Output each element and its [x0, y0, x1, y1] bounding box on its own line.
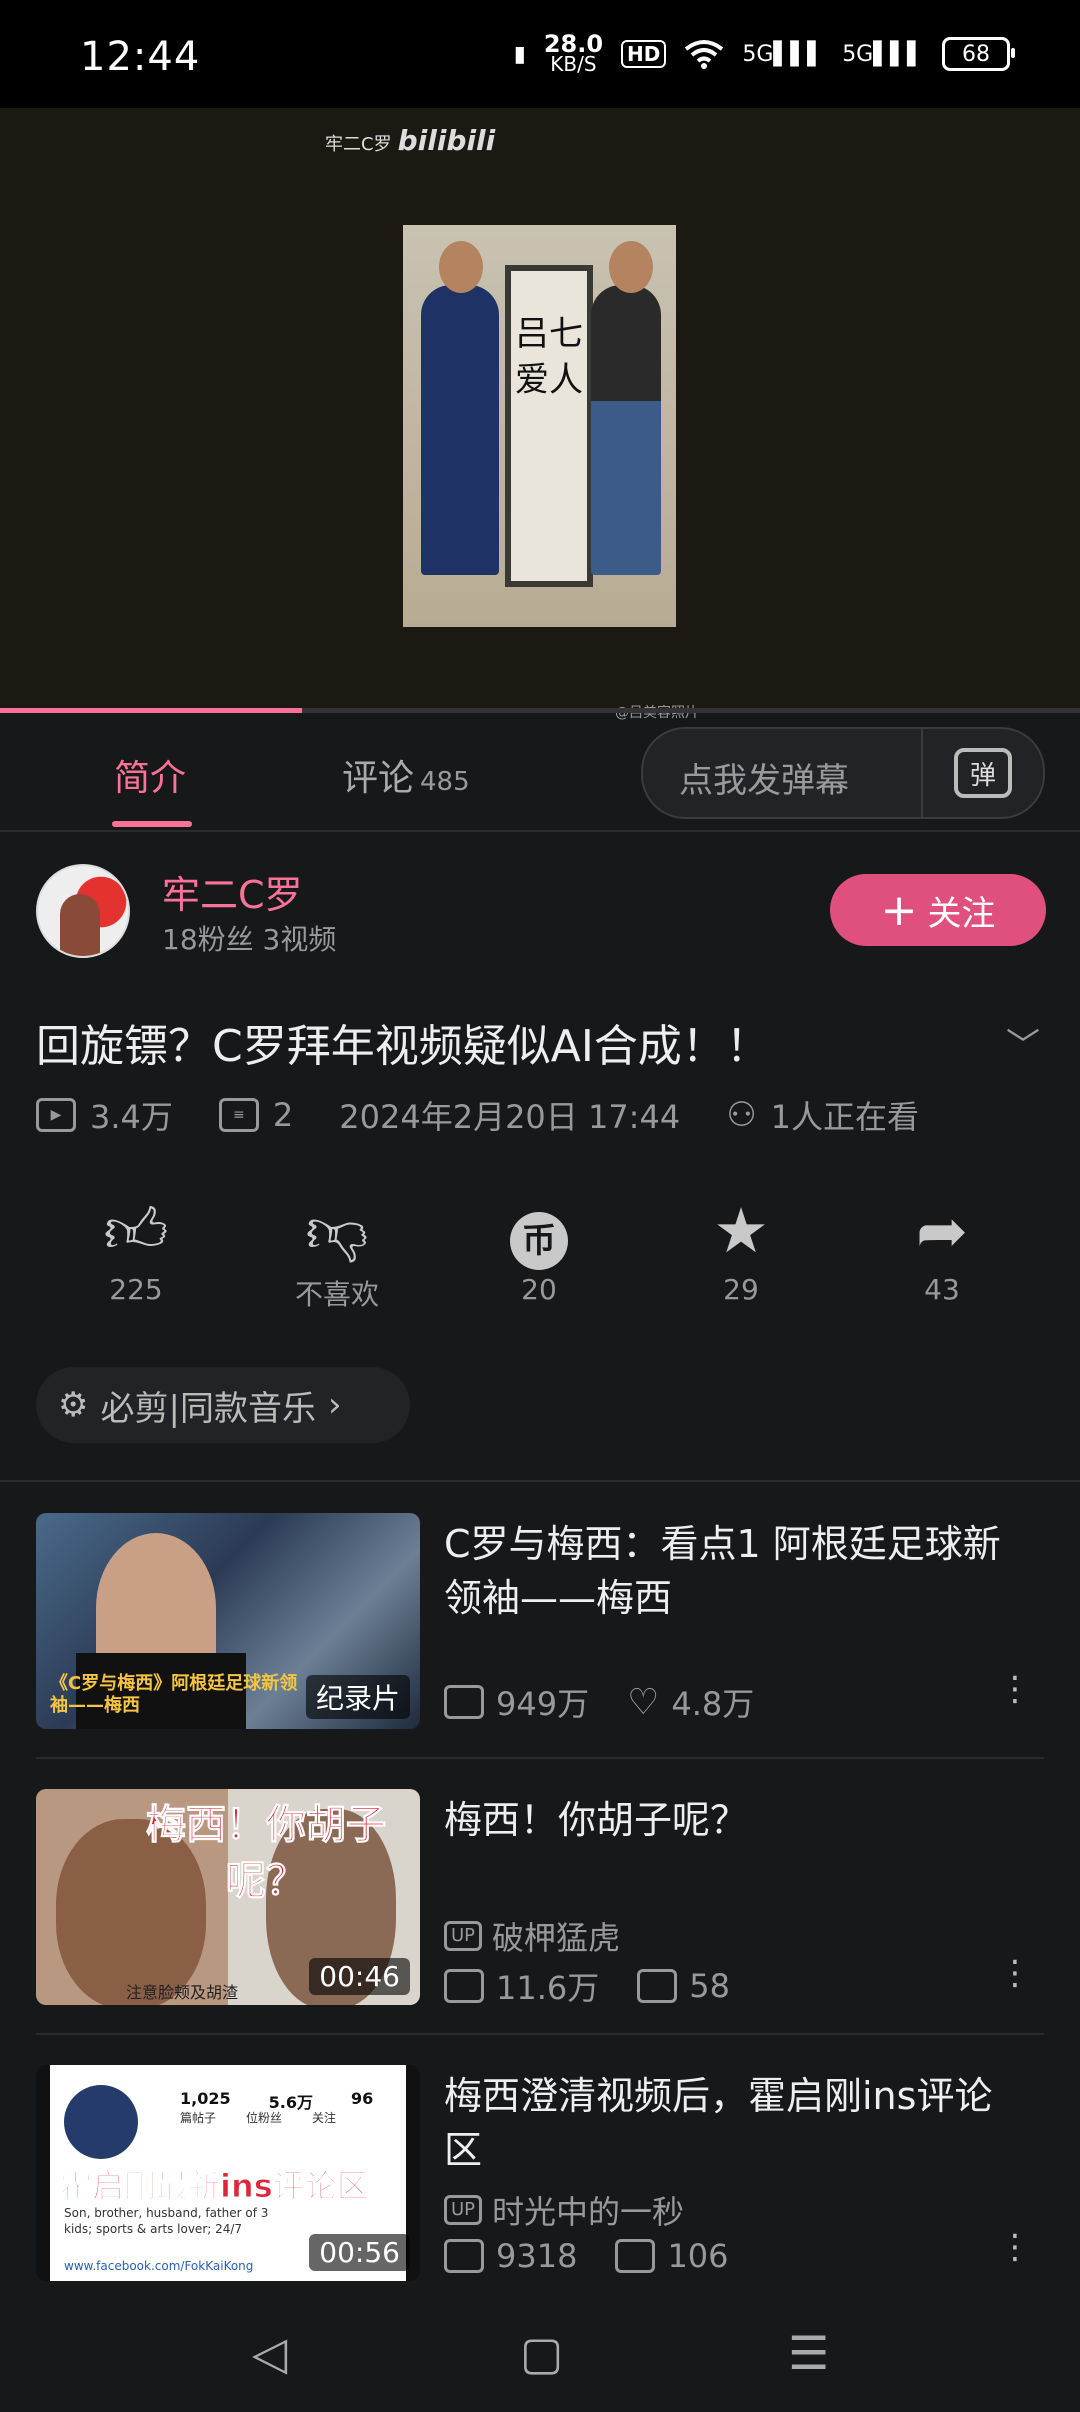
duration-badge: 00:56 — [309, 2234, 410, 2271]
danmaku-count-icon — [637, 1969, 678, 2003]
video-thumbnail: 梅西！你胡子呢？ 注意脸颊及胡渣 00:46 — [36, 1789, 420, 2005]
video-thumbnail: 1,025 5.6万 96 篇帖子 位粉丝 关注 霍启刚最新ins评论区 Son, br… — [36, 2065, 420, 2281]
video-thumbnail: 《C罗与梅西》阿根廷足球新领袖——梅西 纪录片 — [36, 1513, 420, 1729]
avatar[interactable] — [36, 864, 130, 958]
follow-button[interactable]: + 关注 — [830, 874, 1046, 946]
danmaku-input[interactable]: 点我发弹幕 弹 — [641, 727, 1045, 819]
vibrate-icon: ▮ — [513, 41, 526, 67]
recommended-uploader: UP 时光中的一秒 — [444, 2187, 684, 2233]
up-badge-icon: UP — [444, 1921, 483, 1951]
tab-intro[interactable]: 简介 — [114, 749, 186, 801]
music-chip[interactable]: ⚙ 必剪|同款音乐 › — [36, 1367, 410, 1443]
uploader-stats: 18粉丝 3视频 — [162, 923, 337, 956]
tab-bar: 简介 评论 485 点我发弹幕 弹 — [0, 713, 1080, 832]
watching-icon: ⚇ — [726, 1095, 757, 1135]
video-frame-photo: 吕七爱人 — [403, 225, 676, 627]
dislike-button[interactable]: 👎︎ 不喜欢 — [257, 1195, 417, 1313]
recommended-video[interactable]: 《C罗与梅西》阿根廷足球新领袖——梅西 纪录片 C罗与梅西：看点1 阿根廷足球新… — [36, 1513, 1044, 1731]
more-options-icon[interactable]: ⋮ — [998, 2230, 1032, 2264]
recommended-video[interactable]: 1,025 5.6万 96 篇帖子 位粉丝 关注 霍启刚最新ins评论区 Son, br… — [36, 2065, 1044, 2283]
thumb-bio: Son, brother, husband, father of 3 kids;… — [64, 2206, 269, 2236]
recommended-title: C罗与梅西：看点1 阿根廷足球新领袖——梅西 — [444, 1522, 1001, 1620]
more-options-icon[interactable]: ⋮ — [998, 1956, 1032, 1990]
video-meta: ▶ 3.4万 ≡ 2 2024年2月20日 17:44 ⚇ 1人正在看 — [36, 1092, 919, 1138]
recommended-stats: 949万 ♡ 4.8万 — [444, 1679, 754, 1725]
recommended-stats: 11.6万 58 — [444, 1963, 730, 2009]
status-time: 12:44 — [80, 34, 201, 80]
coin-icon: 币 — [510, 1212, 568, 1270]
list-divider — [36, 1757, 1044, 1759]
signal-icon-2: 5G▌▌▌ — [842, 41, 924, 67]
play-count-icon — [444, 1685, 484, 1719]
chevron-right-icon: › — [327, 1385, 342, 1425]
tab-comments[interactable]: 评论 485 — [342, 749, 470, 801]
share-button[interactable]: ➦ 43 — [862, 1194, 1022, 1307]
category-badge: 纪录片 — [305, 1675, 410, 1719]
thumb-link: www.facebook.com/FokKaiKong — [64, 2259, 254, 2273]
video-title: 回旋镖？C罗拜年视频疑似AI合成！！ — [36, 1021, 770, 1072]
heart-icon: ♡ — [627, 1681, 660, 1723]
tab-indicator — [112, 821, 192, 827]
like-button[interactable]: 👍︎ 225 — [56, 1194, 216, 1307]
danmaku-toggle-button[interactable]: 弹 — [921, 729, 1043, 817]
recommended-stats: 9318 106 — [444, 2237, 729, 2275]
back-icon[interactable]: ◁ — [252, 2326, 287, 2380]
danmaku-icon: 弹 — [954, 748, 1012, 798]
menu-icon[interactable]: ☰ — [788, 2326, 829, 2380]
wifi-icon — [685, 40, 724, 69]
hd-icon: HD — [621, 40, 667, 68]
danmaku-count-icon — [615, 2239, 656, 2273]
video-player[interactable]: 牢二C罗 bilibili 吕七爱人 @吕美容照片 — [0, 108, 1080, 721]
chevron-down-icon[interactable]: ﹀ — [1006, 1018, 1040, 1067]
home-icon[interactable]: ▢ — [520, 2326, 563, 2380]
calligraphy-scroll: 吕七爱人 — [505, 265, 593, 587]
video-watermark: 牢二C罗 bilibili — [325, 124, 496, 157]
play-count-icon — [444, 1969, 484, 2003]
bijian-icon: ⚙ — [58, 1385, 89, 1425]
plus-icon: + — [880, 884, 918, 936]
thumb-caption: 霍启刚最新ins评论区 — [60, 2167, 370, 2206]
recommended-title: 梅西！你胡子呢？ — [444, 1798, 749, 1842]
person-left — [421, 241, 499, 575]
recommended-uploader: UP 破柙猛虎 — [444, 1913, 620, 1959]
thumb-stat-labels: 篇帖子 位粉丝 关注 — [180, 2111, 337, 2125]
danmaku-placeholder: 点我发弹幕 — [679, 761, 849, 801]
action-row: 👍︎ 225 👎︎ 不喜欢 币 20 ★ 29 ➦ 43 — [0, 1195, 1080, 1315]
recommended-video[interactable]: 梅西！你胡子呢？ 注意脸颊及胡渣 00:46 梅西！你胡子呢？ UP 破柙猛虎 … — [36, 1789, 1044, 2007]
duration-badge: 00:46 — [309, 1958, 410, 1995]
coin-button[interactable]: 币 20 — [459, 1195, 619, 1306]
battery-icon: 68 — [942, 37, 1015, 71]
publish-date: 2024年2月20日 17:44 — [339, 1098, 681, 1136]
section-divider — [0, 1480, 1080, 1482]
uploader-name[interactable]: 牢二C罗 — [162, 864, 303, 919]
play-count-icon: ▶ — [36, 1098, 76, 1132]
list-divider — [36, 2033, 1044, 2035]
uploader-info: 牢二C罗 18粉丝 3视频 + 关注 — [36, 864, 1046, 960]
person-right — [591, 241, 661, 575]
watching-count: 1人正在看 — [770, 1098, 920, 1136]
star-icon: ★ — [713, 1194, 769, 1267]
play-count-icon — [444, 2239, 484, 2273]
thumb-avatar — [64, 2085, 138, 2159]
system-nav-bar: ◁ ▢ ☰ — [0, 2290, 1080, 2412]
danmaku-count-icon: ≡ — [218, 1098, 259, 1132]
share-arrow-icon: ➦ — [916, 1194, 968, 1267]
favorite-button[interactable]: ★ 29 — [661, 1194, 821, 1307]
thumbs-down-icon: 👎︎ — [305, 1194, 369, 1267]
up-badge-icon: UP — [444, 2195, 483, 2225]
thumb-caption: 梅西！你胡子呢？ — [146, 1802, 387, 1905]
net-speed: 28.0 KB/S — [543, 30, 604, 76]
thumb-caption: 《C罗与梅西》阿根廷足球新领袖——梅西 — [50, 1673, 298, 1716]
recommended-title: 梅西澄清视频后，霍启刚ins评论区 — [444, 2074, 993, 2172]
status-icons: ▮ 28.0 KB/S HD 5G▌▌▌ 5G▌▌▌ 68 — [513, 30, 1015, 76]
status-bar: 12:44 ▮ 28.0 KB/S HD 5G▌▌▌ 5G▌▌▌ 68 — [0, 0, 1080, 108]
signal-icon: 5G▌▌▌ — [742, 41, 825, 67]
thumbs-up-icon: 👍︎ — [103, 1194, 169, 1267]
more-options-icon[interactable]: ⋮ — [998, 1672, 1032, 1706]
thumb-subtitle: 注意脸颊及胡渣 — [126, 1983, 239, 2002]
